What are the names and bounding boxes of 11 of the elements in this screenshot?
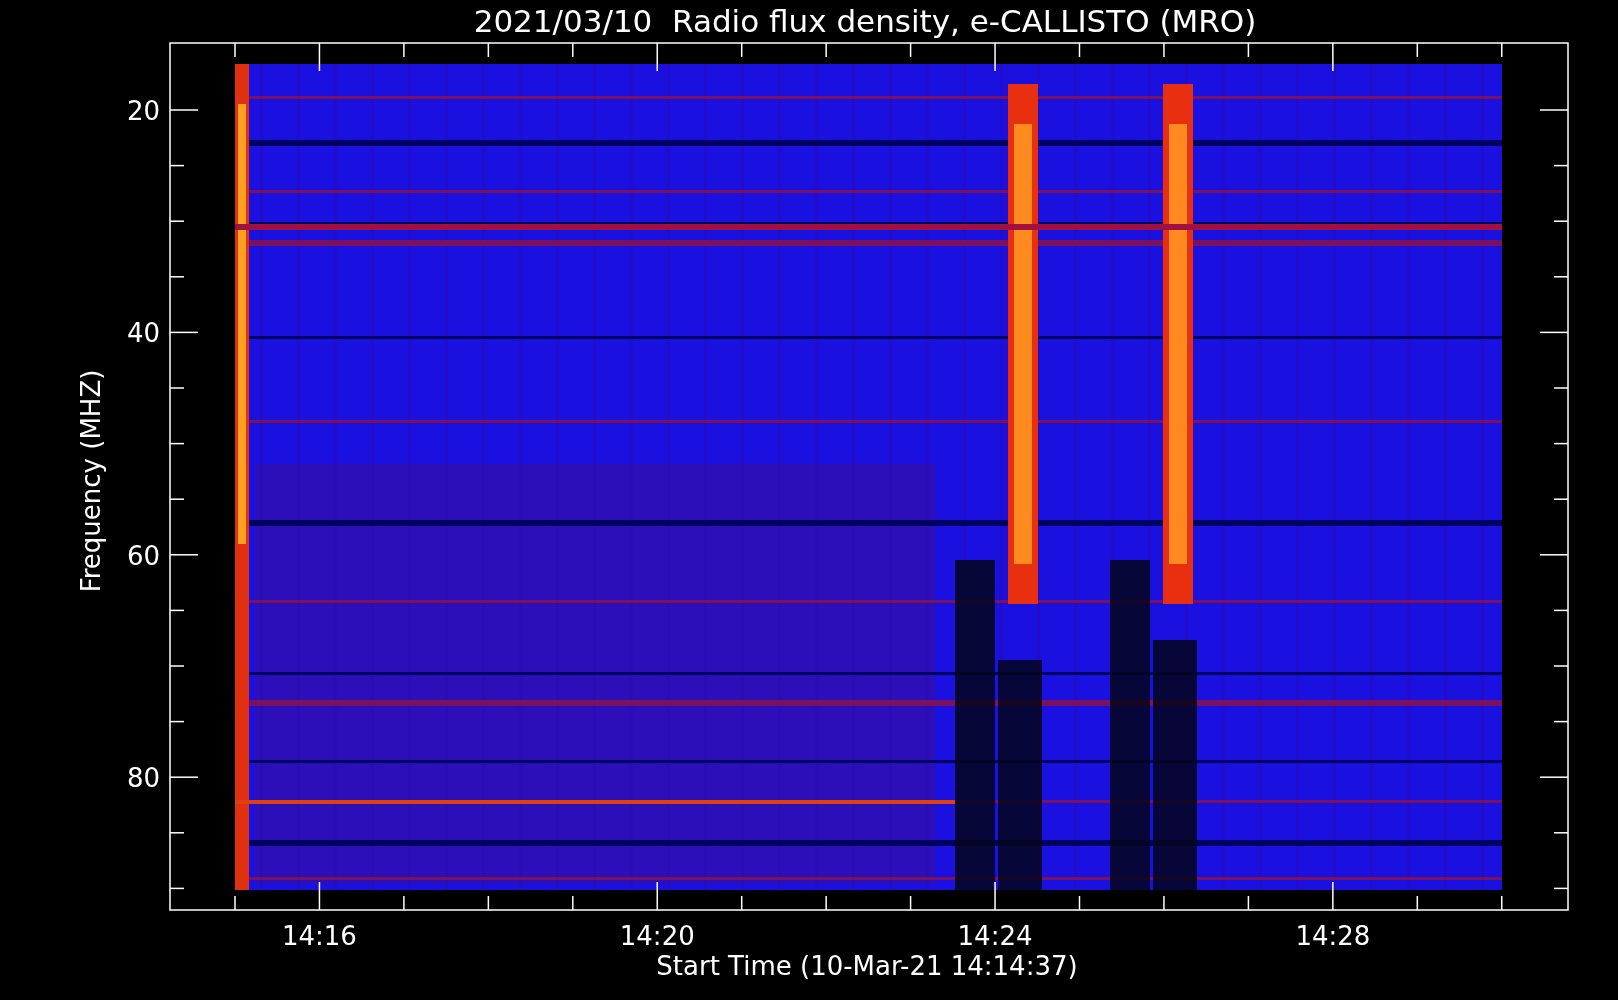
y-tick-label: 20: [126, 96, 160, 126]
x-axis-label: Start Time (10-Mar-21 14:14:37): [656, 951, 1078, 981]
y-tick-label: 40: [126, 318, 160, 349]
y-tick-label: 60: [126, 540, 160, 571]
y-tick-label: 80: [126, 763, 160, 794]
x-tick-label: 14:28: [1295, 921, 1371, 951]
y-axis-label: Frequency (MHZ): [76, 369, 106, 593]
chart-title: 2021/03/10 Radio flux density, e-CALLISTO (MRO): [473, 3, 1257, 39]
x-tick-label: 14:20: [619, 921, 695, 951]
x-tick-label: 14:16: [282, 921, 357, 951]
x-tick-label: 14:24: [957, 921, 1033, 951]
